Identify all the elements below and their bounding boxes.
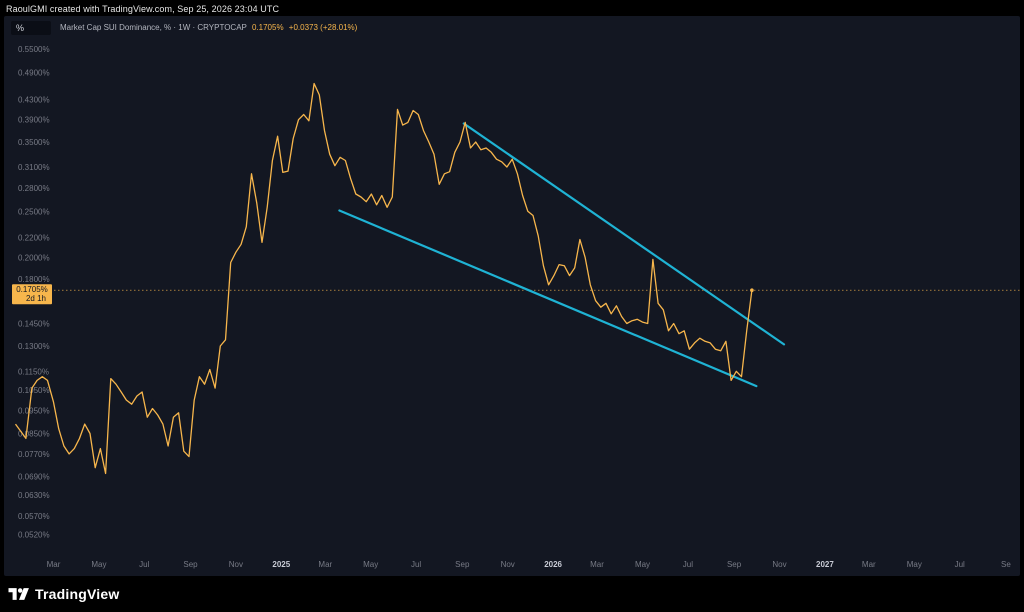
price-tag: 0.1705% 2d 1h	[12, 284, 52, 305]
price-tag-countdown: 2d 1h	[26, 294, 46, 303]
x-tick-label: Mar	[47, 560, 61, 569]
channel-line[interactable]	[462, 122, 786, 346]
legend-change: +0.0373 (+28.01%)	[288, 23, 358, 32]
legend-value: 0.1705%	[251, 23, 284, 32]
x-tick-label: May	[363, 560, 378, 569]
x-tick-label: Nov	[229, 560, 243, 569]
scale-button[interactable]: %	[11, 21, 51, 35]
x-tick-label: Mar	[590, 560, 604, 569]
y-tick-label: 0.0770%	[18, 450, 50, 459]
x-tick-label: Mar	[318, 560, 332, 569]
y-tick-label: 0.4300%	[18, 96, 50, 105]
y-tick-label: 0.0630%	[18, 491, 50, 500]
x-tick-label: 2025	[272, 560, 290, 569]
y-tick-label: 0.3500%	[18, 138, 50, 147]
x-tick-label: 2026	[544, 560, 562, 569]
tradingview-icon	[8, 588, 29, 600]
tradingview-logo[interactable]: TradingView	[8, 584, 119, 604]
x-tick-label: May	[635, 560, 650, 569]
x-tick-label: Jul	[411, 560, 421, 569]
legend-symbol: Market Cap SUI Dominance, % · 1W · CRYPT…	[60, 23, 247, 32]
chart-panel[interactable]: 0.5500% 0.4900% 0.4300% 0.3900% 0.3500% 0.310…	[4, 16, 1020, 576]
channel-line[interactable]	[338, 209, 758, 388]
y-tick-label: 0.1150%	[18, 367, 49, 376]
price-chart[interactable]: 0.5500% 0.4900% 0.4300% 0.3900% 0.3500% 0.310…	[4, 16, 1020, 576]
credit-text: RaoulGMI created with TradingView.com, S…	[6, 4, 280, 14]
y-tick-label: 0.3100%	[18, 163, 50, 172]
y-tick-label: 0.1800%	[18, 275, 50, 284]
y-tick-label: 0.1300%	[18, 342, 50, 351]
y-tick-label: 0.2200%	[18, 234, 50, 243]
x-tick-label: Nov	[772, 560, 786, 569]
x-tick-label: May	[91, 560, 106, 569]
x-tick-label: Nov	[501, 560, 515, 569]
y-tick-label: 0.1050%	[18, 386, 50, 395]
y-tick-label: 0.2500%	[18, 207, 50, 216]
y-tick-label: 0.0690%	[18, 473, 50, 482]
x-tick-label: Sep	[183, 560, 198, 569]
y-tick-label: 0.2000%	[18, 253, 50, 262]
price-tag-value: 0.1705%	[16, 285, 48, 294]
y-tick-label: 0.2800%	[18, 184, 50, 193]
x-tick-label: Sep	[727, 560, 742, 569]
channel-lines[interactable]	[338, 122, 786, 388]
y-tick-label: 0.5500%	[18, 45, 50, 54]
x-tick-label: Jul	[683, 560, 693, 569]
last-point	[750, 288, 754, 293]
x-tick-label: Jul	[955, 560, 965, 569]
x-tick-label: Jul	[139, 560, 149, 569]
y-tick-label: 0.1450%	[18, 320, 50, 329]
y-tick-label: 0.3900%	[18, 116, 50, 125]
x-tick-label: 2027	[816, 560, 834, 569]
y-tick-label: 0.0950%	[18, 407, 50, 416]
x-tick-label: Sep	[455, 560, 470, 569]
brand-name: TradingView	[35, 586, 120, 602]
y-tick-label: 0.4900%	[18, 69, 50, 78]
legend: Market Cap SUI Dominance, % · 1W · CRYPT…	[60, 23, 357, 32]
chart-frame: RaoulGMI created with TradingView.com, S…	[0, 0, 1024, 612]
x-tick-label: Mar	[862, 560, 876, 569]
x-tick-label: May	[907, 560, 922, 569]
y-tick-label: 0.0520%	[18, 531, 50, 540]
x-tick-label: Se	[1001, 560, 1011, 569]
x-axis: Mar May Jul Sep Nov 2025 Mar May Jul Sep Nov 2026 Ma…	[47, 560, 1012, 569]
series-line	[14, 82, 753, 475]
y-tick-label: 0.0570%	[18, 512, 50, 521]
